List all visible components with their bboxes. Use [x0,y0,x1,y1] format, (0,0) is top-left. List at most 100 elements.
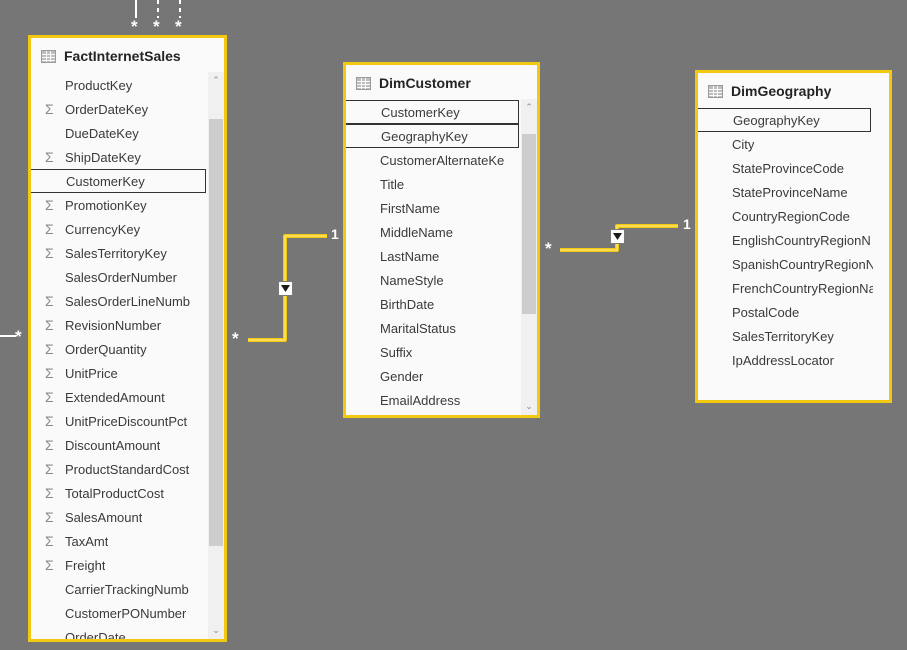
field-row[interactable]: Σ SalesTerritoryKey [31,241,208,265]
table-body: GeographyKey City StateProvinceCode StatePr… [698,107,889,400]
field-row[interactable]: ProductKey [31,73,208,97]
field-row[interactable]: IpAddressLocator [698,348,873,372]
scrollbar-thumb[interactable] [209,119,223,546]
field-name: NameStyle [380,272,444,288]
field-row[interactable]: Σ TaxAmt [31,529,208,553]
field-name: SalesOrderLineNumb [65,293,191,309]
table-grid-icon [356,76,371,90]
cardinality-one-customer-geography: 1 [683,216,691,232]
field-row[interactable]: Σ ProductStandardCost [31,457,208,481]
field-row[interactable]: MaritalStatus [346,316,521,340]
field-name: OrderDate [65,629,126,640]
field-name: PromotionKey [65,197,147,213]
field-name: EmailAddress [380,392,461,408]
field-row[interactable]: SalesOrderNumber [31,265,208,289]
field-row[interactable]: PostalCode [698,300,873,324]
vertical-scrollbar[interactable]: ⌃ ⌄ [521,99,537,415]
field-name: CustomerKey [381,104,460,120]
field-row[interactable]: Σ SalesAmount [31,505,208,529]
field-list-dimgeography[interactable]: GeographyKey City StateProvinceCode StatePr… [698,107,873,400]
scroll-up-arrow-icon[interactable]: ⌃ [521,99,537,116]
field-row[interactable]: Σ OrderDateKey [31,97,208,121]
table-card-factinternetsales[interactable]: FactInternetSales ProductKey Σ OrderDateKe… [28,35,227,642]
sigma-aggregate-icon: Σ [45,341,54,357]
field-row[interactable]: Gender [346,364,521,388]
field-row[interactable]: Σ ShipDateKey [31,145,208,169]
table-header-dimcustomer[interactable]: DimCustomer [346,65,537,99]
field-list-dimcustomer[interactable]: CustomerKey GeographyKey CustomerAlternate… [346,99,521,415]
field-row[interactable]: DueDateKey [31,121,208,145]
scroll-down-arrow-icon[interactable]: ⌄ [521,398,537,415]
field-name: FirstName [380,200,440,216]
field-row-selected[interactable]: CustomerKey [346,100,519,124]
table-card-dimgeography[interactable]: DimGeography GeographyKey City StateProvin… [695,70,892,403]
field-row[interactable]: Σ SalesOrderLineNumb [31,289,208,313]
field-name: EnglishCountryRegionN [732,232,871,248]
vertical-scrollbar[interactable]: ⌃ ⌄ [208,72,224,639]
field-row[interactable]: Σ DiscountAmount [31,433,208,457]
field-row[interactable]: SalesTerritoryKey [698,324,873,348]
sigma-aggregate-icon: Σ [45,245,54,261]
table-card-dimcustomer[interactable]: DimCustomer CustomerKey GeographyKey Custo… [343,62,540,418]
field-row[interactable]: StateProvinceCode [698,156,873,180]
field-row[interactable]: CustomerAlternateKe [346,148,521,172]
field-row[interactable]: Σ CurrencyKey [31,217,208,241]
field-row[interactable]: CarrierTrackingNumb [31,577,208,601]
field-row[interactable]: SpanishCountryRegionN [698,252,873,276]
cross-filter-arrow-customer-geography[interactable] [610,229,625,244]
field-list-factinternetsales[interactable]: ProductKey Σ OrderDateKey DueDateKey Σ ShipDa… [31,72,208,639]
model-diagram-canvas[interactable]: * * * * * 1 * 1 FactInternetSales Produc… [0,0,907,650]
field-row[interactable]: FrenchCountryRegionNa [698,276,873,300]
field-name: TaxAmt [65,533,109,549]
field-row[interactable]: EmailAddress [346,388,521,412]
field-name: ProductKey [65,77,133,93]
field-row[interactable]: Σ ExtendedAmount [31,385,208,409]
field-row[interactable]: BirthDate [346,292,521,316]
field-name: ProductStandardCost [65,461,190,477]
sigma-aggregate-icon: Σ [45,533,54,549]
sigma-aggregate-icon: Σ [45,317,54,333]
table-title: DimCustomer [379,75,471,91]
field-row[interactable]: LastName [346,244,521,268]
field-row[interactable]: EnglishCountryRegionN [698,228,873,252]
field-row[interactable]: Σ OrderQuantity [31,337,208,361]
field-row[interactable]: Σ PromotionKey [31,193,208,217]
scrollbar-thumb[interactable] [522,134,536,314]
field-name: Gender [380,368,424,384]
field-row[interactable]: OrderDate [31,625,208,640]
field-row-selected[interactable]: CustomerKey [31,169,206,193]
cross-filter-arrow-fact-customer[interactable] [278,281,293,296]
field-row[interactable]: Σ UnitPrice [31,361,208,385]
field-name: PostalCode [732,304,800,320]
field-row-selected[interactable]: GeographyKey [698,108,871,132]
field-name: Title [380,176,405,192]
scroll-up-arrow-icon[interactable]: ⌃ [208,72,224,89]
field-row[interactable]: MiddleName [346,220,521,244]
field-row[interactable]: Suffix [346,340,521,364]
field-row[interactable]: CustomerPONumber [31,601,208,625]
field-row[interactable]: Σ TotalProductCost [31,481,208,505]
field-name: StateProvinceName [732,184,848,200]
field-row[interactable]: Σ Freight [31,553,208,577]
field-row[interactable]: NameStyle [346,268,521,292]
field-name: CountryRegionCode [732,208,850,224]
field-row[interactable]: City [698,132,873,156]
field-row[interactable]: FirstName [346,196,521,220]
field-name: MaritalStatus [380,320,456,336]
field-row-selected[interactable]: GeographyKey [346,124,519,148]
field-name: BirthDate [380,296,435,312]
field-row[interactable]: Σ UnitPriceDiscountPct [31,409,208,433]
scroll-down-arrow-icon[interactable]: ⌄ [208,622,224,639]
field-row[interactable]: Title [346,172,521,196]
table-header-dimgeography[interactable]: DimGeography [698,73,889,107]
field-row[interactable]: Σ RevisionNumber [31,313,208,337]
scrollbar-placeholder [873,107,889,400]
offscreen-cardinality-3: * [175,17,182,36]
sigma-aggregate-icon: Σ [45,197,54,213]
table-header-factinternetsales[interactable]: FactInternetSales [31,38,224,72]
field-name: SalesOrderNumber [65,269,177,285]
field-name: FrenchCountryRegionNa [732,280,873,296]
field-row[interactable]: StateProvinceName [698,180,873,204]
field-name: RevisionNumber [65,317,162,333]
field-row[interactable]: CountryRegionCode [698,204,873,228]
